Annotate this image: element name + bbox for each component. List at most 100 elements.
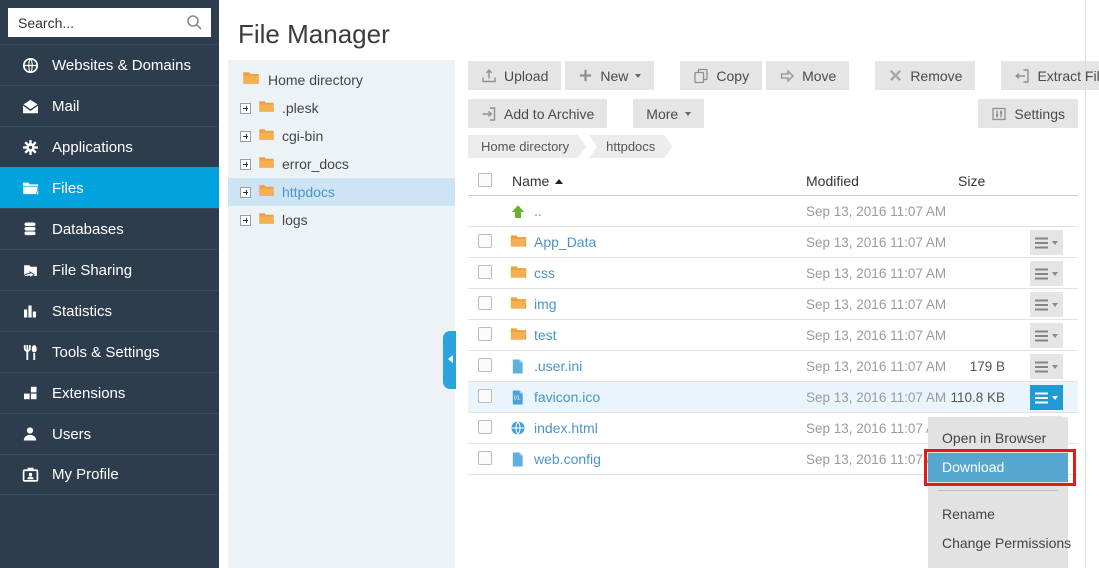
breadcrumb: Home directory httpdocs [468, 135, 675, 158]
chevron-down-icon [1052, 365, 1058, 372]
settings-button[interactable]: Settings [978, 99, 1078, 128]
tree-item-home-directory[interactable]: Home directory [228, 60, 455, 94]
row-checkbox[interactable] [478, 296, 492, 310]
sidebar-item-files[interactable]: Files [0, 167, 219, 208]
bar-chart-icon [21, 303, 39, 320]
row-checkbox[interactable] [478, 265, 492, 279]
sidebar-item-extensions[interactable]: Extensions [0, 372, 219, 413]
copy-button[interactable]: Copy [680, 61, 762, 90]
folder-icon [510, 265, 527, 282]
row-menu-button[interactable] [1030, 354, 1063, 379]
move-button[interactable]: Move [766, 61, 849, 90]
tree-item-label: logs [282, 212, 308, 228]
expand-icon[interactable] [240, 215, 251, 226]
sidebar-item-label: Extensions [52, 385, 125, 402]
table-row-selected: 01 favicon.ico Sep 13, 2016 11:07 AM 110… [468, 382, 1078, 413]
menu-item-open-in-browser[interactable]: Open in Browser [928, 424, 1068, 453]
sidebar-item-my-profile[interactable]: My Profile [0, 454, 219, 495]
id-card-icon [21, 466, 39, 483]
menu-item-change-permissions[interactable]: Change Permissions [928, 529, 1068, 558]
x-icon [888, 68, 903, 83]
tree-item-label: Home directory [268, 72, 363, 88]
file-link[interactable]: img [534, 296, 557, 312]
sidebar-item-label: Statistics [52, 303, 112, 320]
row-checkbox[interactable] [478, 358, 492, 372]
sidebar-item-mail[interactable]: Mail [0, 85, 219, 126]
file-link[interactable]: .user.ini [534, 358, 582, 374]
row-menu-button-open[interactable] [1030, 385, 1063, 410]
up-level-icon [510, 203, 527, 220]
column-header-size[interactable]: Size [958, 173, 985, 189]
file-icon [510, 451, 527, 468]
file-manager-content: Upload New Copy Move Remove Extract File… [468, 61, 1078, 568]
row-menu-button[interactable] [1030, 323, 1063, 348]
sidebar-item-applications[interactable]: Applications [0, 126, 219, 167]
folder-icon [258, 156, 275, 172]
sidebar-item-users[interactable]: Users [0, 413, 219, 454]
menu-item-download[interactable]: Download [928, 453, 1068, 482]
row-menu-button[interactable] [1030, 261, 1063, 286]
file-link[interactable]: web.config [534, 451, 601, 467]
file-icon [510, 358, 527, 375]
file-link[interactable]: .. [534, 203, 542, 219]
tree-item-cgi-bin[interactable]: cgi-bin [228, 122, 455, 150]
tree-item-error-docs[interactable]: error_docs [228, 150, 455, 178]
menu-icon [1035, 242, 1048, 244]
breadcrumb-home-directory[interactable]: Home directory [468, 135, 586, 158]
row-menu-button[interactable] [1030, 292, 1063, 317]
folder-icon [258, 100, 275, 116]
column-header-name[interactable]: Name [512, 173, 563, 189]
search-input[interactable] [8, 8, 211, 37]
sidebar: Websites & Domains Mail Applications Fil… [0, 0, 219, 568]
sidebar-item-label: My Profile [52, 466, 119, 483]
expand-icon[interactable] [240, 131, 251, 142]
add-to-archive-button[interactable]: Add to Archive [468, 99, 607, 128]
sidebar-item-label: Applications [52, 139, 133, 156]
tree-item-label: .plesk [282, 100, 319, 116]
row-checkbox[interactable] [478, 420, 492, 434]
file-link[interactable]: favicon.ico [534, 389, 600, 405]
row-menu-button[interactable] [1030, 230, 1063, 255]
sidebar-item-databases[interactable]: Databases [0, 208, 219, 249]
archive-icon [481, 106, 497, 122]
more-button[interactable]: More [633, 99, 704, 128]
expand-icon[interactable] [240, 187, 251, 198]
menu-icon [1035, 273, 1048, 275]
row-checkbox[interactable] [478, 451, 492, 465]
file-link[interactable]: css [534, 265, 555, 281]
column-header-modified[interactable]: Modified [806, 173, 859, 189]
expand-icon[interactable] [240, 103, 251, 114]
table-header: Name Modified Size [468, 169, 1078, 196]
file-link[interactable]: index.html [534, 420, 598, 436]
file-link[interactable]: test [534, 327, 557, 343]
file-link[interactable]: App_Data [534, 234, 596, 250]
plus-icon [578, 68, 593, 83]
search-icon[interactable] [186, 14, 203, 36]
svg-text:01: 01 [514, 395, 520, 401]
tree-item-httpdocs[interactable]: httpdocs [228, 178, 455, 206]
tree-collapse-handle[interactable] [443, 331, 456, 389]
tree-item-logs[interactable]: logs [228, 206, 455, 234]
menu-icon [1035, 304, 1048, 306]
tree-item-plesk[interactable]: .plesk [228, 94, 455, 122]
row-checkbox[interactable] [478, 234, 492, 248]
row-checkbox[interactable] [478, 389, 492, 403]
expand-icon[interactable] [240, 159, 251, 170]
share-icon [21, 262, 39, 279]
chevron-down-icon [685, 112, 691, 119]
select-all-checkbox[interactable] [478, 173, 492, 187]
upload-button[interactable]: Upload [468, 61, 561, 90]
toolbar-row-2: Add to Archive More [468, 99, 704, 128]
menu-item-rename[interactable]: Rename [928, 500, 1068, 529]
sidebar-item-websites-domains[interactable]: Websites & Domains [0, 44, 219, 85]
sidebar-item-statistics[interactable]: Statistics [0, 290, 219, 331]
folder-icon [510, 296, 527, 313]
sidebar-item-label: Websites & Domains [52, 57, 191, 74]
sidebar-item-tools-settings[interactable]: Tools & Settings [0, 331, 219, 372]
row-checkbox[interactable] [478, 327, 492, 341]
new-button[interactable]: New [565, 61, 654, 90]
sidebar-item-file-sharing[interactable]: File Sharing [0, 249, 219, 290]
remove-button[interactable]: Remove [875, 61, 975, 90]
table-row: test Sep 13, 2016 11:07 AM [468, 320, 1078, 351]
breadcrumb-httpdocs[interactable]: httpdocs [589, 135, 672, 158]
